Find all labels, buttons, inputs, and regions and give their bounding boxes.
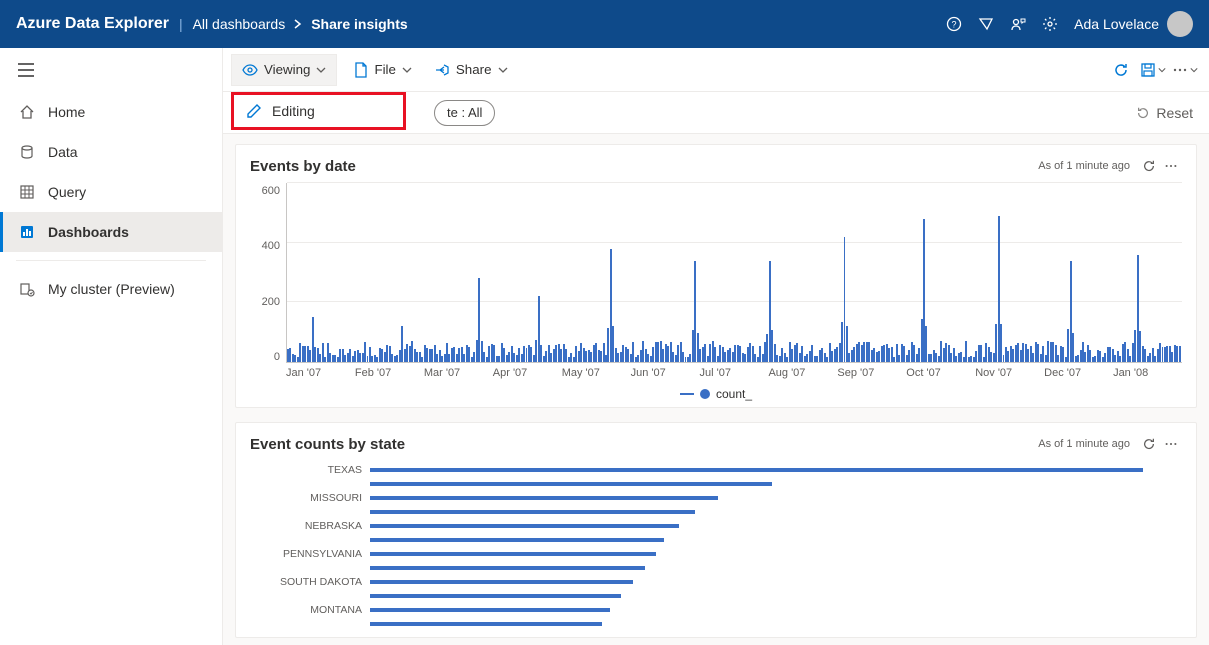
panel-events-by-date: Events by date As of 1 minute ago 600 40… (235, 144, 1197, 408)
chart-event-counts-by-state: TEXASMISSOURINEBRASKAPENNSYLVANIASOUTH D… (250, 463, 1182, 631)
filter-pill[interactable]: te : All (434, 100, 495, 126)
header-divider: | (179, 16, 183, 32)
chevron-down-icon (316, 65, 326, 75)
nav-query[interactable]: Query (0, 172, 222, 212)
edit-icon (246, 103, 262, 119)
sidebar: Home Data Query Dashboards My cluster (P… (0, 48, 223, 645)
editing-mode-option[interactable]: Editing (231, 92, 406, 130)
person-feedback-icon[interactable] (1002, 8, 1034, 40)
app-header: Azure Data Explorer | All dashboards Sha… (0, 0, 1209, 48)
file-icon (354, 62, 368, 78)
feedback-icon[interactable] (970, 8, 1002, 40)
hamburger-icon[interactable] (0, 48, 222, 92)
help-icon[interactable]: ? (938, 8, 970, 40)
panel-more-icon[interactable] (1160, 433, 1182, 455)
panel-title: Events by date (250, 158, 356, 175)
cluster-icon (16, 281, 38, 297)
settings-icon[interactable] (1034, 8, 1066, 40)
panel-asof: As of 1 minute ago (1038, 160, 1130, 172)
panel-asof: As of 1 minute ago (1038, 438, 1130, 450)
database-icon (16, 144, 38, 160)
panel-refresh-icon[interactable] (1138, 155, 1160, 177)
panel-more-icon[interactable] (1160, 155, 1182, 177)
breadcrumb-all-dashboards[interactable]: All dashboards (193, 16, 286, 32)
chevron-down-icon (498, 65, 508, 75)
chevron-right-icon (293, 19, 303, 29)
more-icon[interactable] (1169, 54, 1201, 86)
eye-icon (242, 62, 258, 78)
panel-refresh-icon[interactable] (1138, 433, 1160, 455)
y-axis: 600 400 200 0 (250, 183, 286, 363)
y-axis-states: TEXASMISSOURINEBRASKAPENNSYLVANIASOUTH D… (250, 463, 370, 631)
dashboard-icon (16, 224, 38, 240)
nav-dashboards[interactable]: Dashboards (0, 212, 222, 252)
panel-title: Event counts by state (250, 436, 405, 453)
chart-events-by-date: 600 400 200 0 (250, 183, 1182, 363)
grid-icon (16, 184, 38, 200)
home-icon (16, 104, 38, 120)
chart-legend: count_ (250, 387, 1182, 401)
panel-event-counts-by-state: Event counts by state As of 1 minute ago… (235, 422, 1197, 638)
svg-text:?: ? (952, 20, 957, 30)
user-name[interactable]: Ada Lovelace (1074, 16, 1159, 32)
share-button[interactable]: Share (423, 54, 519, 86)
breadcrumb-current: Share insights (311, 16, 407, 32)
save-icon[interactable] (1137, 54, 1169, 86)
nav-home[interactable]: Home (0, 92, 222, 132)
nav-my-cluster[interactable]: My cluster (Preview) (0, 269, 222, 309)
dashboard-toolbar: Viewing File Share (223, 48, 1209, 92)
avatar[interactable] (1167, 11, 1193, 37)
chevron-down-icon (402, 65, 412, 75)
file-button[interactable]: File (343, 54, 422, 86)
x-axis: Jan '07Feb '07Mar '07Apr '07May '07Jun '… (286, 367, 1182, 379)
share-icon (434, 62, 450, 78)
nav-separator (16, 260, 206, 261)
reset-button[interactable]: Reset (1136, 105, 1193, 121)
nav-data[interactable]: Data (0, 132, 222, 172)
refresh-icon[interactable] (1105, 54, 1137, 86)
product-name: Azure Data Explorer (16, 15, 169, 33)
viewing-mode-button[interactable]: Viewing (231, 54, 337, 86)
